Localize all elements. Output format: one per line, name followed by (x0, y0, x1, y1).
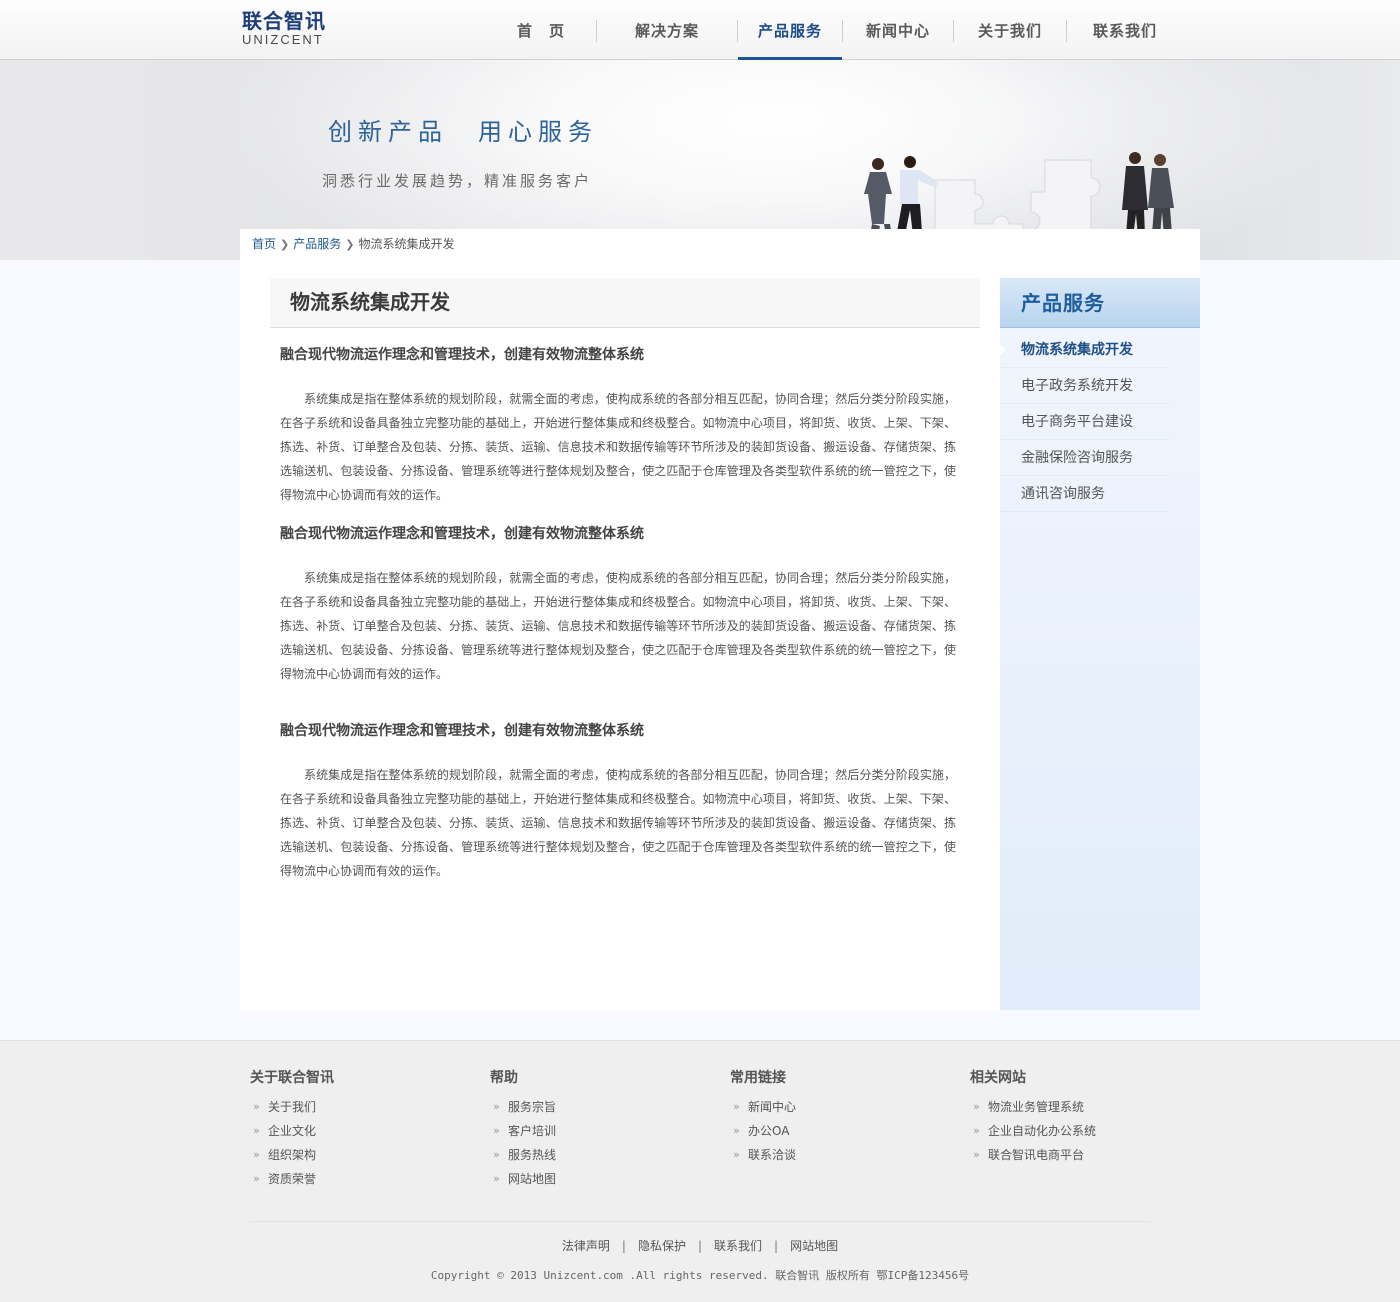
footer-link[interactable]: 办公OA (730, 1119, 960, 1143)
article: 物流系统集成开发 融合现代物流运作理念和管理技术，创建有效物流整体系统 系统集成… (270, 278, 980, 883)
section-body: 系统集成是指在整体系统的规划阶段，就需全面的考虑，使构成系统的各部分相互匹配，协… (280, 571, 956, 681)
footer-link[interactable]: 物流业务管理系统 (970, 1095, 1200, 1119)
sidebar-item-ecommerce[interactable]: 电子商务平台建设 (1000, 404, 1170, 440)
breadcrumb: 首页 ❯ 产品服务 ❯ 物流系统集成开发 (240, 229, 1200, 260)
page-title: 物流系统集成开发 (270, 278, 980, 328)
footer-separator: | (621, 1239, 626, 1253)
banner-subtitle: 洞悉行业发展趋势，精准服务客户 (322, 172, 593, 190)
sidebar-item-telecom[interactable]: 通讯咨询服务 (1000, 476, 1170, 512)
breadcrumb-home[interactable]: 首页 (252, 237, 276, 251)
section-heading: 融合现代物流运作理念和管理技术，创建有效物流整体系统 (280, 526, 644, 542)
section-body: 系统集成是指在整体系统的规划阶段，就需全面的考虑，使构成系统的各部分相互匹配，协… (280, 768, 956, 878)
logo[interactable]: 联合智讯 UNIZCENT (242, 10, 326, 48)
footer-legal-link[interactable]: 法律声明 (562, 1239, 610, 1253)
nav-news[interactable]: 新闻中心 (843, 0, 953, 60)
section-heading: 融合现代物流运作理念和管理技术，创建有效物流整体系统 (280, 347, 644, 363)
footer-link[interactable]: 服务宗旨 (490, 1095, 720, 1119)
sidebar-item-logistics[interactable]: 物流系统集成开发 (1000, 332, 1170, 368)
article-section: 融合现代物流运作理念和管理技术，创建有效物流整体系统 系统集成是指在整体系统的规… (270, 722, 980, 883)
footer-link[interactable]: 服务热线 (490, 1143, 720, 1167)
footer-column-sites: 相关网站 物流业务管理系统 企业自动化办公系统 联合智讯电商平台 (970, 1067, 1200, 1167)
nav-contact[interactable]: 联系我们 (1067, 0, 1183, 60)
logo-cn: 联合智讯 (242, 9, 326, 33)
footer-link[interactable]: 关于我们 (250, 1095, 480, 1119)
footer-column-about: 关于联合智讯 关于我们 企业文化 组织架构 资质荣誉 (250, 1067, 480, 1191)
banner-title: 创新产品 用心服务 (328, 118, 598, 146)
section-body: 系统集成是指在整体系统的规划阶段，就需全面的考虑，使构成系统的各部分相互匹配，协… (280, 392, 956, 502)
footer-separator: | (774, 1239, 779, 1253)
footer-link[interactable]: 组织架构 (250, 1143, 480, 1167)
footer-privacy-link[interactable]: 隐私保护 (638, 1239, 686, 1253)
footer-column-title: 关于联合智讯 (250, 1070, 334, 1086)
footer-link[interactable]: 网站地图 (490, 1167, 720, 1191)
footer-link[interactable]: 联系洽谈 (730, 1143, 960, 1167)
site-header: 联合智讯 UNIZCENT 首 页 解决方案 产品服务 新闻中心 关于我们 联系… (0, 0, 1400, 60)
sidebar: 产品服务 物流系统集成开发 电子政务系统开发 电子商务平台建设 金融保险咨询服务… (1000, 278, 1200, 1010)
footer-link[interactable]: 企业文化 (250, 1119, 480, 1143)
chevron-right-icon: ❯ (280, 238, 290, 251)
footer-separator: | (697, 1239, 703, 1253)
site-footer: 关于联合智讯 关于我们 企业文化 组织架构 资质荣誉 帮助 服务宗旨 客户培训 … (0, 1040, 1400, 1302)
footer-column-title: 帮助 (490, 1070, 518, 1086)
sidebar-menu: 物流系统集成开发 电子政务系统开发 电子商务平台建设 金融保险咨询服务 通讯咨询… (1000, 332, 1200, 512)
main-container: 物流系统集成开发 融合现代物流运作理念和管理技术，创建有效物流整体系统 系统集成… (240, 260, 1200, 1010)
sidebar-title: 产品服务 (1000, 278, 1200, 328)
copyright: Copyright © 2013 Unizcent.com .All right… (430, 1269, 970, 1282)
main-nav: 首 页 解决方案 产品服务 新闻中心 关于我们 联系我们 (486, 0, 1183, 60)
logo-en: UNIZCENT (242, 32, 324, 47)
nav-home[interactable]: 首 页 (486, 0, 596, 60)
nav-solutions[interactable]: 解决方案 (597, 0, 737, 60)
footer-column-title: 常用链接 (730, 1070, 786, 1086)
footer-link[interactable]: 联合智讯电商平台 (970, 1143, 1200, 1167)
article-section: 融合现代物流运作理念和管理技术，创建有效物流整体系统 系统集成是指在整体系统的规… (270, 346, 980, 507)
breadcrumb-category[interactable]: 产品服务 (293, 237, 341, 251)
footer-column-help: 帮助 服务宗旨 客户培训 服务热线 网站地图 (490, 1067, 720, 1191)
footer-link[interactable]: 资质荣誉 (250, 1167, 480, 1191)
footer-divider (250, 1221, 1150, 1222)
sidebar-item-egov[interactable]: 电子政务系统开发 (1000, 368, 1170, 404)
nav-about[interactable]: 关于我们 (954, 0, 1066, 60)
footer-link[interactable]: 客户培训 (490, 1119, 720, 1143)
section-heading: 融合现代物流运作理念和管理技术，创建有效物流整体系统 (280, 723, 644, 739)
nav-products[interactable]: 产品服务 (738, 0, 842, 60)
breadcrumb-current: 物流系统集成开发 (358, 237, 455, 251)
footer-link[interactable]: 新闻中心 (730, 1095, 960, 1119)
article-section: 融合现代物流运作理念和管理技术，创建有效物流整体系统 系统集成是指在整体系统的规… (270, 525, 980, 686)
footer-column-links: 常用链接 新闻中心 办公OA 联系洽谈 (730, 1067, 960, 1167)
footer-column-title: 相关网站 (970, 1070, 1026, 1086)
footer-sitemap-link[interactable]: 网站地图 (790, 1239, 838, 1253)
footer-bottom-links: 法律声明 | 隐私保护 | 联系我们 | 网站地图 (0, 1237, 1400, 1254)
chevron-right-icon: ❯ (345, 238, 355, 251)
footer-link[interactable]: 企业自动化办公系统 (970, 1119, 1200, 1143)
footer-contact-link[interactable]: 联系我们 (714, 1239, 762, 1253)
sidebar-item-finance[interactable]: 金融保险咨询服务 (1000, 440, 1170, 476)
